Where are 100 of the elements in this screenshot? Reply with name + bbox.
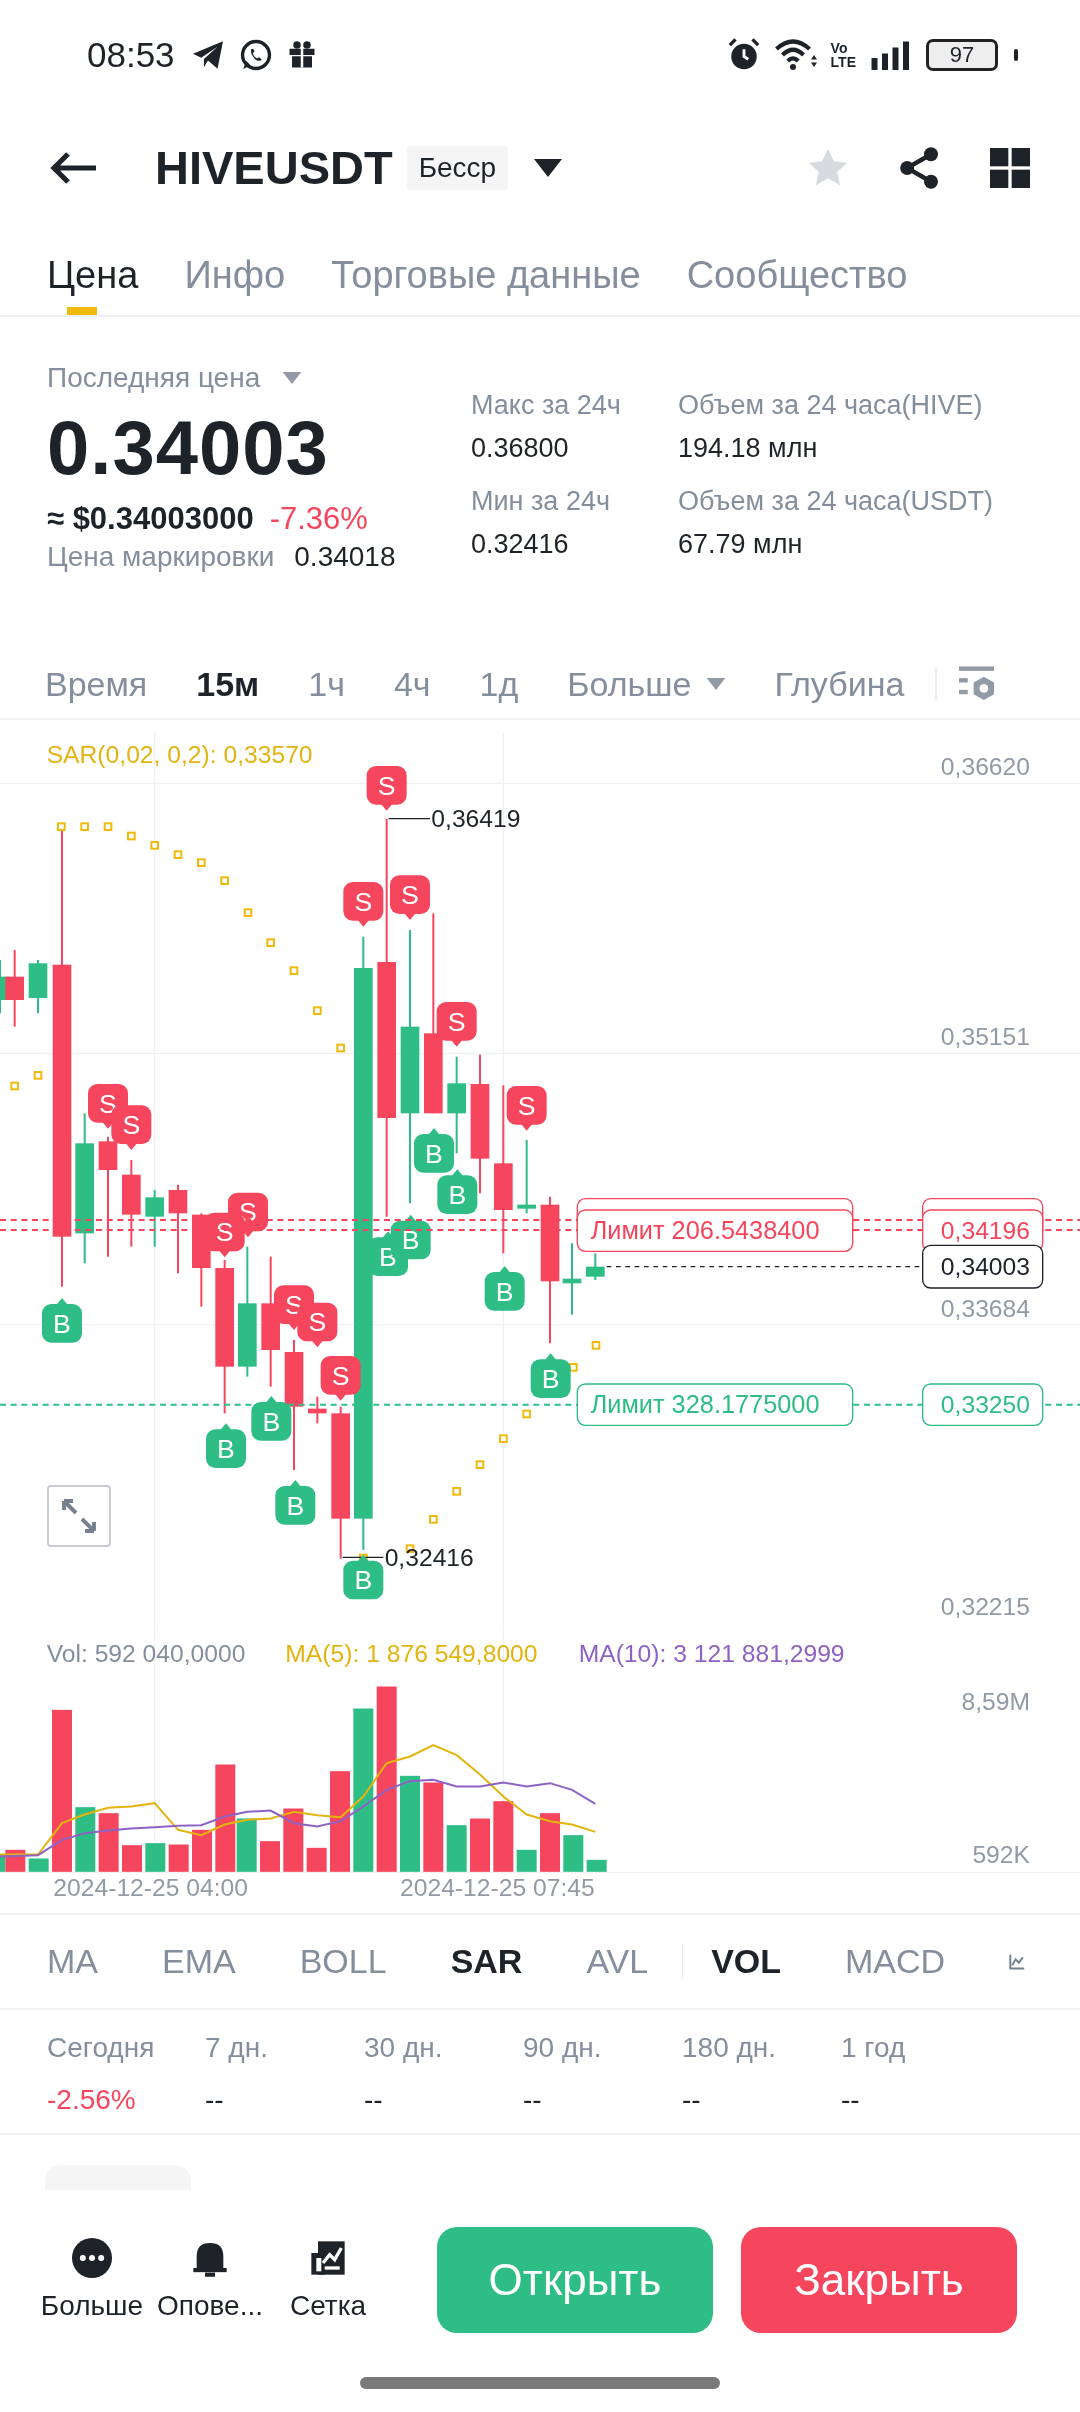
tab[interactable]: Сообщество: [686, 225, 908, 315]
price-tag: 0,33250: [922, 1383, 1044, 1426]
open-button[interactable]: Открыть: [437, 2227, 713, 2333]
volume-bar: [516, 1849, 537, 1872]
indicator-tab[interactable]: SAR: [450, 1942, 523, 1981]
grid-icon[interactable]: [990, 147, 1030, 188]
interval-tab[interactable]: 4ч: [393, 664, 431, 704]
stat-value: 0.36800: [471, 433, 570, 464]
alarm-clock-icon: [726, 38, 761, 72]
indicator-legend: SAR(0,02, 0,2): 0,33570: [46, 741, 313, 769]
indicator-tab[interactable]: AVL: [586, 1942, 649, 1981]
clock-time: 08:53: [87, 35, 175, 75]
stat-label: Мин за 24ч: [471, 486, 611, 517]
indicator-tab[interactable]: MACD: [845, 1942, 946, 1981]
close-button[interactable]: Закрыть: [741, 2227, 1017, 2333]
volume-bar: [446, 1825, 467, 1872]
interval-tab[interactable]: Время: [45, 664, 148, 704]
candlestick: [145, 1189, 164, 1248]
indicator-tab[interactable]: BOLL: [299, 1942, 387, 1981]
indicator-tab[interactable]: EMA: [162, 1942, 236, 1981]
interval-tab[interactable]: Глубина: [774, 664, 905, 704]
volume-axis-label: 592K: [972, 1841, 1030, 1869]
candlestick: [586, 1252, 605, 1281]
indicator-legend: MA(5): 1 876 549,8000: [285, 1639, 538, 1667]
tab[interactable]: Цена: [47, 225, 139, 315]
order-label[interactable]: Лимит 328.1775000: [576, 1383, 854, 1426]
period-label: 180 дн.: [682, 2032, 778, 2064]
indicator-legend: Vol: 592 040,0000: [46, 1639, 246, 1667]
indicator-tab[interactable]: MA: [47, 1942, 98, 1981]
volume-bar: [192, 1829, 212, 1872]
toolbar-button[interactable]: Опове...: [151, 2238, 269, 2322]
last-price: 0.34003: [47, 404, 330, 491]
stat-value: 194.18 млн: [678, 433, 819, 464]
interval-tab[interactable]: 1д: [479, 664, 519, 704]
period-change: --: [841, 2084, 861, 2116]
volume-bar: [563, 1835, 584, 1872]
volume-bar: [586, 1859, 607, 1872]
paper-plane-icon: [190, 40, 225, 70]
expand-button[interactable]: [47, 1485, 111, 1547]
volume-bar: [260, 1841, 280, 1872]
chat-bubble-icon: [238, 38, 273, 72]
expand-icon: [61, 1498, 97, 1534]
volume-bar: [75, 1807, 96, 1872]
volume-bar: [283, 1808, 304, 1872]
interval-tab[interactable]: Больше: [567, 664, 726, 704]
candlestick: [308, 1395, 327, 1425]
badge: Бесср: [406, 145, 509, 190]
period-change: --: [682, 2084, 702, 2116]
price-axis-label: 0,35151: [940, 1023, 1030, 1051]
volume-bar: [306, 1847, 327, 1872]
interval-tab[interactable]: 1ч: [308, 664, 345, 704]
price-label: Последняя цена: [47, 362, 261, 394]
network-label: LTE: [830, 55, 856, 69]
price-change: -7.36%: [269, 501, 368, 537]
period-label: 1 год: [841, 2032, 907, 2064]
volume-axis-label: 8,59M: [961, 1687, 1030, 1715]
tab[interactable]: Инфо: [184, 225, 286, 315]
volume-bar: [168, 1844, 189, 1872]
signal-icon: [870, 40, 912, 70]
period-label: Сегодня: [47, 2032, 156, 2064]
volume-bar: [98, 1813, 119, 1872]
volume-bar: [28, 1858, 49, 1872]
price-axis-label: 0,33684: [940, 1294, 1030, 1322]
period-label: 30 дн.: [364, 2032, 444, 2064]
mark-price: 0.34018: [294, 541, 396, 573]
stat-label: Объем за 24 часа(HIVE): [678, 390, 984, 421]
stat-label: Макс за 24ч: [471, 390, 622, 421]
network-label: Vo: [830, 41, 849, 55]
indicator-tab[interactable]: VOL: [711, 1942, 782, 1981]
period-change: -2.56%: [47, 2084, 137, 2116]
period-change: --: [523, 2084, 543, 2116]
stat-value: 0.32416: [471, 529, 570, 560]
period-label: 7 дн.: [205, 2032, 269, 2064]
volume-bar: [470, 1818, 490, 1872]
price-tag: 0,34003: [922, 1244, 1044, 1289]
wifi-icon: [774, 38, 817, 72]
volume-bar: [493, 1801, 514, 1872]
time-axis-label: 2024-12-25 07:45: [400, 1873, 595, 1901]
candlestick: [28, 959, 48, 1015]
volume-bar: [122, 1845, 142, 1872]
back-arrow-icon[interactable]: [50, 150, 98, 185]
chart-icon: [308, 2238, 348, 2278]
volume-bar: [540, 1813, 560, 1872]
battery-icon: 97: [926, 39, 998, 71]
price-axis-label: 0,32215: [940, 1592, 1030, 1620]
more-icon: [72, 2238, 112, 2278]
mark-price-label: Цена маркировки: [47, 541, 275, 573]
toolbar-button[interactable]: Больше: [33, 2238, 151, 2322]
period-label: 90 дн.: [523, 2032, 603, 2064]
time-axis-label: 2024-12-25 04:00: [53, 1873, 248, 1901]
tab[interactable]: Торговые данные: [331, 225, 641, 315]
price-axis-label: 0,36620: [940, 752, 1030, 780]
caret-icon[interactable]: [534, 158, 563, 177]
pair-title: HIVEUSDT: [155, 140, 393, 195]
stat-value: 67.79 млн: [678, 529, 804, 560]
usd-price: ≈ $0.34003000: [47, 501, 254, 537]
indicator-legend: MA(10): 3 121 881,2999: [578, 1639, 845, 1667]
toolbar-button[interactable]: Сетка: [269, 2238, 387, 2322]
volume-bar: [145, 1843, 166, 1872]
interval-tab[interactable]: 15м: [196, 664, 260, 704]
